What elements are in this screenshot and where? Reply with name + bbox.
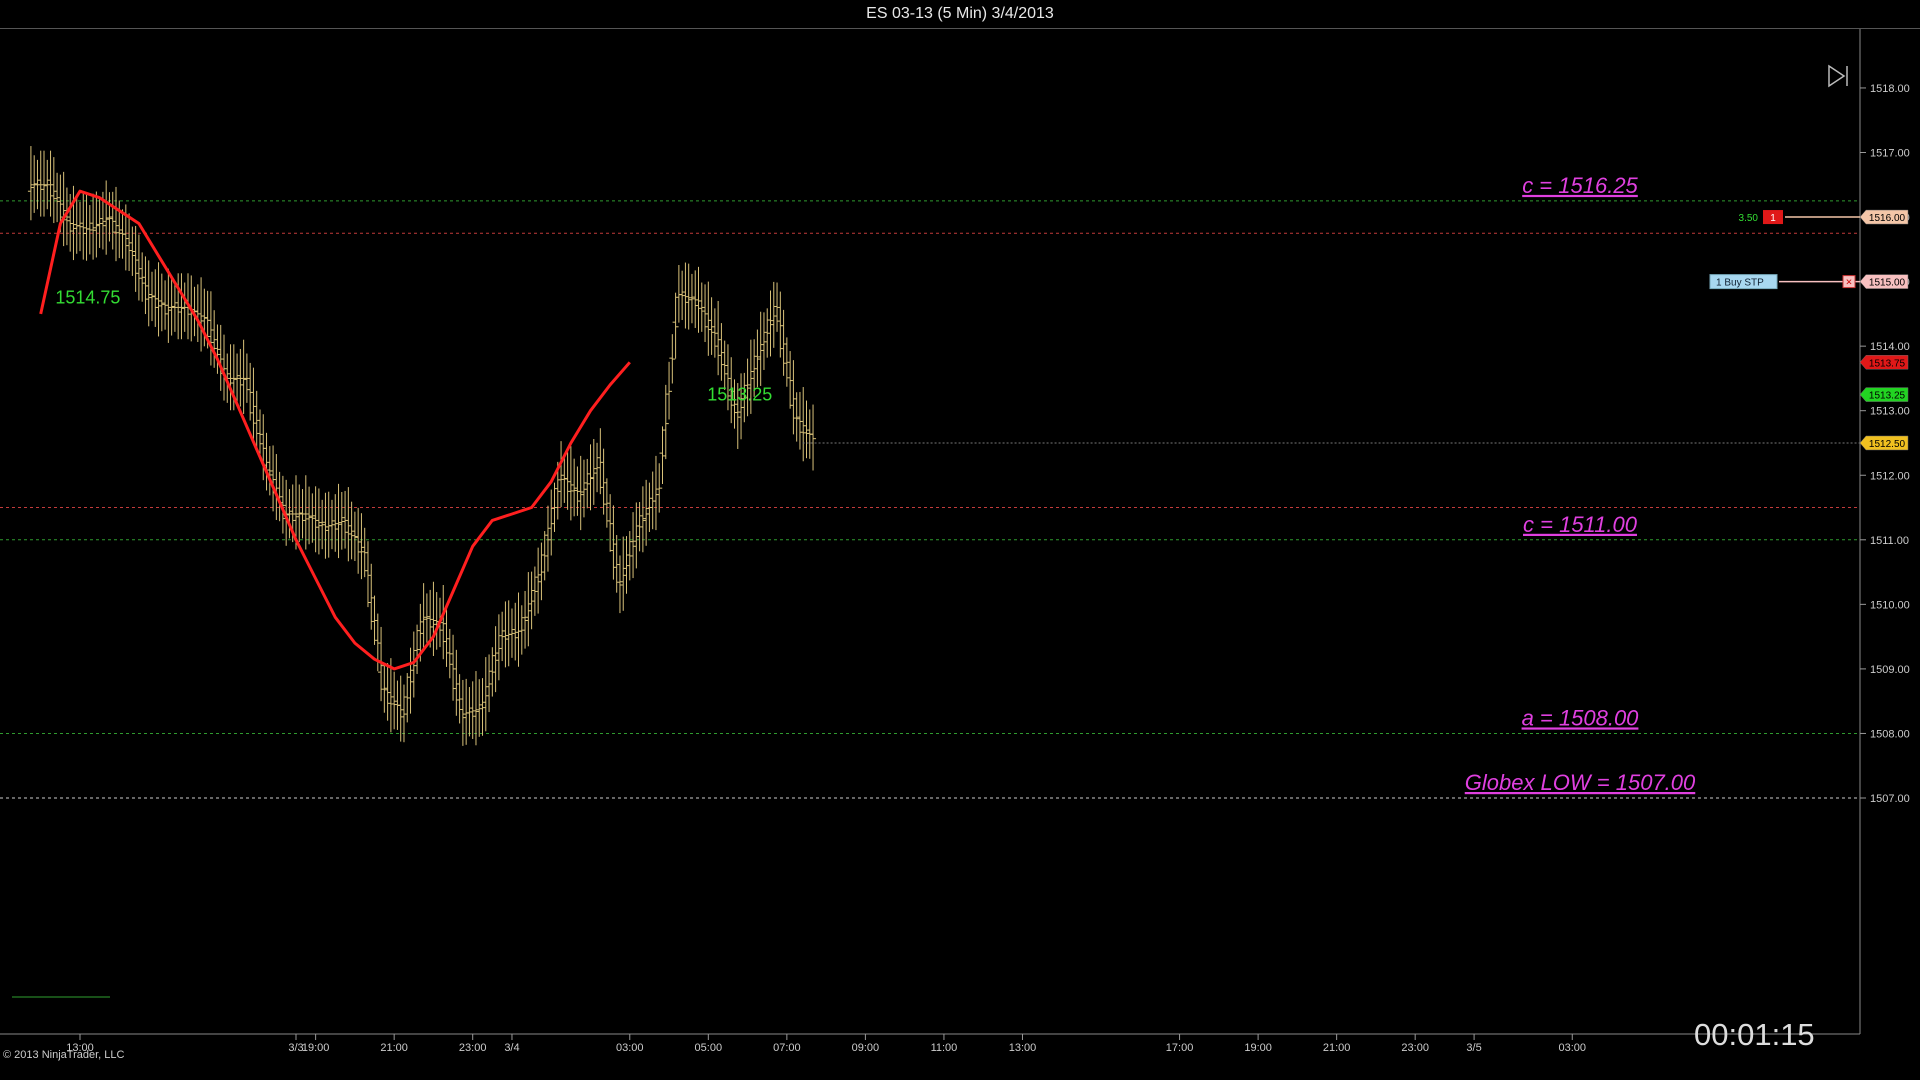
y-tick-label: 1517.00 (1870, 148, 1910, 160)
x-tick-label: 05:00 (695, 1042, 723, 1054)
order-label: 1 Buy STP (1716, 278, 1764, 289)
position-pnl: 3.50 (1739, 213, 1759, 224)
x-tick-label: 03:00 (616, 1042, 644, 1054)
x-tick-label: 07:00 (773, 1042, 801, 1054)
y-tick-label: 1514.00 (1870, 341, 1910, 353)
x-tick-label: 11:00 (931, 1042, 958, 1054)
x-tick-label: 3/5 (1466, 1042, 1481, 1054)
y-tick-label: 1509.00 (1870, 664, 1910, 676)
x-tick-label: 23:00 (459, 1042, 487, 1054)
close-icon: × (1846, 277, 1852, 289)
price-marker-label: 1512.50 (1869, 439, 1906, 450)
bar-timer: 00:01:15 (1694, 1017, 1815, 1052)
price-marker-label: 1516.00 (1869, 213, 1906, 224)
x-tick-label: 21:00 (1323, 1042, 1351, 1054)
y-tick-label: 1512.00 (1870, 470, 1910, 482)
x-tick-label: 23:00 (1401, 1042, 1429, 1054)
x-tick-label: 03:00 (1558, 1042, 1586, 1054)
level-annotation: c = 1511.00 (1523, 512, 1638, 537)
y-tick-label: 1511.00 (1870, 535, 1909, 547)
skip-to-end-icon (1828, 64, 1848, 88)
x-tick-label: 19:00 (1244, 1042, 1272, 1054)
price-marker-label: 1513.75 (1869, 358, 1906, 369)
bar-price-label: 1514.75 (55, 288, 120, 308)
price-chart[interactable]: c = 1516.25 c = 1511.00 a = 1508.00 Globex … (0, 29, 1920, 1080)
level-annotation: a = 1508.00 (1522, 705, 1640, 730)
x-tick-label: 13:00 (1009, 1042, 1037, 1054)
x-tick-label: 21:00 (380, 1042, 408, 1054)
x-axis: 13:00 3/319:00 21:00 23:00 3/4 03:00 05:00 07:0… (66, 1034, 1586, 1054)
level-annotation: c = 1516.25 (1522, 173, 1638, 198)
x-tick-label: 17:00 (1166, 1042, 1194, 1054)
copyright-text: © 2013 NinjaTrader, LLC (3, 1049, 125, 1061)
x-tick-label: 09:00 (852, 1042, 880, 1054)
position-qty: 1 (1770, 213, 1776, 224)
price-marker-label: 1515.00 (1869, 278, 1906, 289)
level-annotation: Globex LOW = 1507.00 (1465, 770, 1696, 795)
bar-price-label: 1513.25 (707, 385, 772, 405)
y-tick-label: 1508.00 (1870, 728, 1910, 740)
y-tick-label: 1518.00 (1870, 83, 1910, 95)
price-marker-label: 1513.25 (1869, 391, 1906, 402)
y-tick-label: 1510.00 (1870, 599, 1910, 611)
x-tick-label: 19:00 (302, 1042, 330, 1054)
y-tick-label: 1513.00 (1870, 406, 1910, 418)
chart-panel[interactable]: c = 1516.25 c = 1511.00 a = 1508.00 Globex … (0, 28, 1920, 1080)
y-tick-label: 1507.00 (1870, 793, 1910, 805)
scroll-to-end-button[interactable] (1826, 63, 1852, 89)
x-tick-label: 3/4 (504, 1042, 519, 1054)
window-title: ES 03-13 (5 Min) 3/4/2013 (0, 0, 1920, 28)
